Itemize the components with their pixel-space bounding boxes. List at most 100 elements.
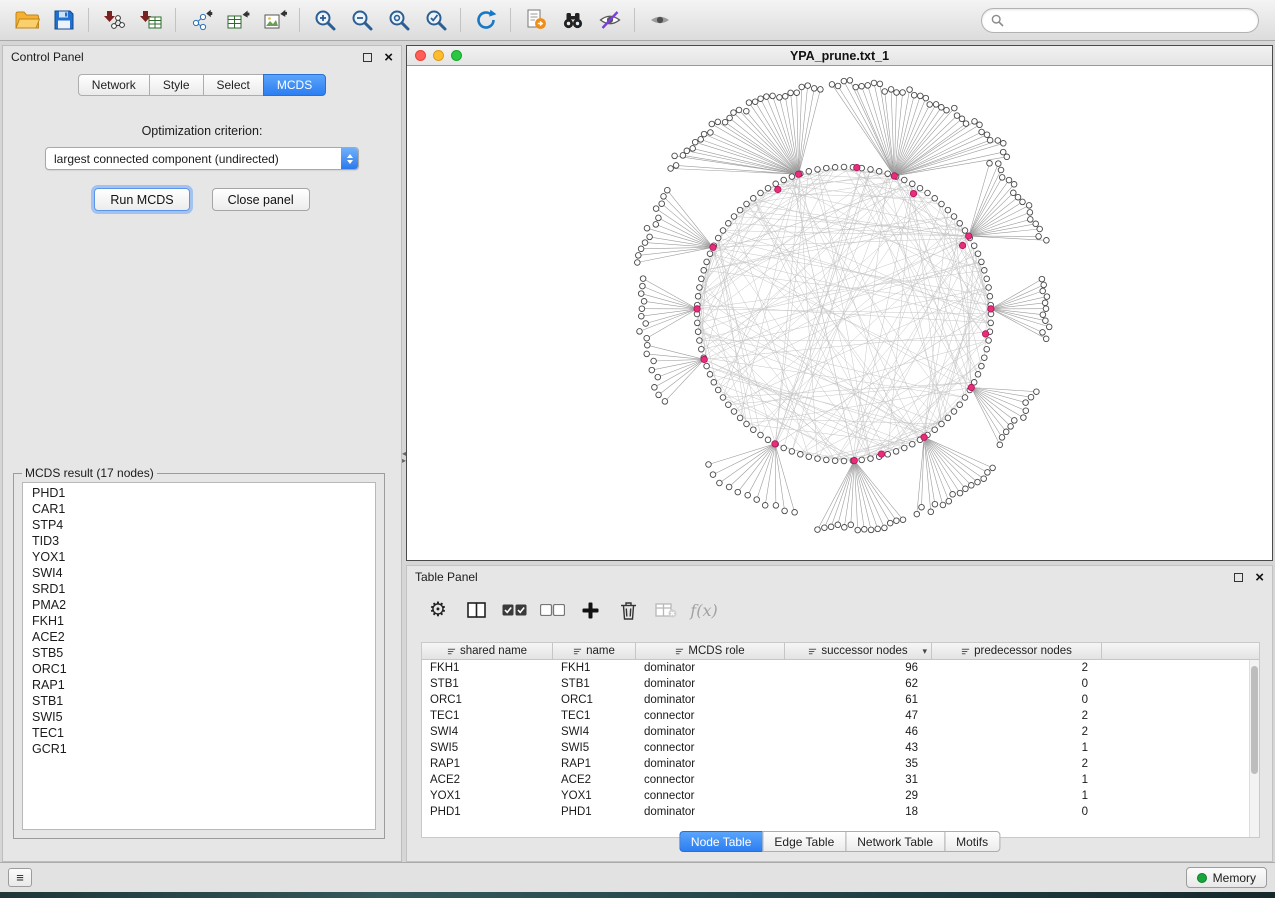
table-row[interactable]: RAP1RAP1dominator352 [422, 756, 1249, 772]
add-column-plus-icon[interactable] [571, 595, 609, 625]
memory-status-dot-icon [1197, 873, 1207, 883]
table-row[interactable]: PHD1PHD1dominator180 [422, 804, 1249, 820]
tab-node-table[interactable]: Node Table [679, 831, 763, 852]
zoom-selected-icon[interactable] [417, 4, 454, 36]
table-cell: PHD1 [422, 806, 553, 818]
table-row[interactable]: FKH1FKH1dominator962 [422, 660, 1249, 676]
zoom-in-icon[interactable] [306, 4, 343, 36]
mcds-list-item[interactable]: GCR1 [23, 741, 375, 757]
mcds-list-item[interactable]: CAR1 [23, 501, 375, 517]
mcds-list-item[interactable]: STB1 [23, 693, 375, 709]
zoom-out-icon[interactable] [343, 4, 380, 36]
zoom-fit-icon[interactable] [380, 4, 417, 36]
table-row[interactable]: SWI4SWI4dominator462 [422, 724, 1249, 740]
import-table-icon[interactable] [132, 4, 169, 36]
mcds-list-item[interactable]: STP4 [23, 517, 375, 533]
float-window-icon[interactable] [363, 53, 372, 62]
refresh-icon[interactable] [467, 4, 504, 36]
mcds-list-item[interactable]: RAP1 [23, 677, 375, 693]
column-type-icon [675, 647, 684, 656]
tab-motifs[interactable]: Motifs [944, 831, 1000, 852]
mcds-list-item[interactable]: SRD1 [23, 581, 375, 597]
table-row[interactable]: ACE2ACE2connector311 [422, 772, 1249, 788]
tab-network[interactable]: Network [78, 74, 149, 96]
tab-style[interactable]: Style [149, 74, 203, 96]
node-table-header: shared namenameMCDS rolesuccessor nodes▾… [422, 643, 1259, 660]
network-graph[interactable] [407, 66, 1272, 560]
column-header-predecessor-nodes[interactable]: predecessor nodes [932, 643, 1102, 659]
deselect-all-unchecked-icon[interactable] [533, 595, 571, 625]
table-row[interactable]: SWI5SWI5connector431 [422, 740, 1249, 756]
export-image-icon[interactable] [256, 4, 293, 36]
table-cell: connector [636, 710, 785, 722]
table-cell: 47 [785, 710, 932, 722]
minimize-window-icon[interactable] [433, 50, 444, 61]
float-window-icon[interactable] [1234, 573, 1243, 582]
hide-eye-slash-icon[interactable] [591, 4, 628, 36]
column-layout-icon[interactable] [457, 595, 495, 625]
mcds-list-item[interactable]: YOX1 [23, 549, 375, 565]
network-canvas[interactable] [407, 66, 1272, 560]
mcds-list-item[interactable]: FKH1 [23, 613, 375, 629]
table-cell: STB1 [422, 678, 553, 690]
close-panel-button[interactable]: Close panel [212, 188, 310, 211]
table-row[interactable]: TEC1TEC1connector472 [422, 708, 1249, 724]
mcds-list-item[interactable]: TID3 [23, 533, 375, 549]
table-row[interactable]: YOX1YOX1connector291 [422, 788, 1249, 804]
table-row[interactable]: STB1STB1dominator620 [422, 676, 1249, 692]
mcds-result-list[interactable]: PHD1CAR1STP4TID3YOX1SWI4SRD1PMA2FKH1ACE2… [22, 482, 376, 830]
status-menu-icon[interactable]: ≡ [8, 868, 32, 887]
tab-network-table[interactable]: Network Table [845, 831, 944, 852]
tab-edge-table[interactable]: Edge Table [762, 831, 845, 852]
export-network-icon[interactable] [182, 4, 219, 36]
table-scrollbar[interactable] [1249, 660, 1259, 837]
mcds-list-item[interactable]: SWI4 [23, 565, 375, 581]
tab-select[interactable]: Select [203, 74, 263, 96]
optimization-criterion-label: Optimization criterion: [3, 124, 401, 138]
tab-mcds[interactable]: MCDS [263, 74, 326, 96]
table-cell: 43 [785, 742, 932, 754]
table-cell: dominator [636, 758, 785, 770]
network-window-titlebar[interactable]: YPA_prune.txt_1 [407, 46, 1272, 66]
save-icon[interactable] [45, 4, 82, 36]
optimization-criterion-select[interactable]: largest connected component (undirected) [45, 147, 359, 170]
mcds-list-item[interactable]: ACE2 [23, 629, 375, 645]
mcds-list-item[interactable]: PMA2 [23, 597, 375, 613]
delete-column-trash-icon[interactable] [609, 595, 647, 625]
maximize-window-icon[interactable] [451, 50, 462, 61]
toolbar-separator [510, 8, 511, 32]
column-header-successor-nodes[interactable]: successor nodes▾ [785, 643, 932, 659]
column-header-name[interactable]: name [553, 643, 636, 659]
import-network-icon[interactable] [95, 4, 132, 36]
scrollbar-thumb[interactable] [1251, 666, 1258, 774]
column-header-shared-name[interactable]: shared name [422, 643, 553, 659]
run-mcds-button[interactable]: Run MCDS [94, 188, 189, 211]
network-view-window: YPA_prune.txt_1 [406, 45, 1273, 561]
function-fx-icon: f(x) [685, 595, 723, 625]
binoculars-icon[interactable] [554, 4, 591, 36]
show-eye-icon[interactable] [641, 4, 678, 36]
export-table-icon[interactable] [219, 4, 256, 36]
mcds-list-item[interactable]: PHD1 [23, 485, 375, 501]
select-all-checked-icon[interactable] [495, 595, 533, 625]
table-cell: 2 [932, 710, 1102, 722]
search-input[interactable] [1010, 12, 1249, 28]
table-cell: 1 [932, 774, 1102, 786]
memory-button[interactable]: Memory [1186, 867, 1267, 888]
column-header-MCDS-role[interactable]: MCDS role [636, 643, 785, 659]
table-settings-gear-icon[interactable]: ⚙ [419, 595, 457, 625]
close-window-icon[interactable] [415, 50, 426, 61]
close-panel-icon[interactable]: × [1255, 570, 1264, 585]
open-folder-icon[interactable] [8, 4, 45, 36]
mcds-list-item[interactable]: STB5 [23, 645, 375, 661]
mcds-list-item[interactable]: SWI5 [23, 709, 375, 725]
control-panel-tabs: Network Style Select MCDS [3, 74, 401, 96]
share-document-icon[interactable] [517, 4, 554, 36]
mcds-list-item[interactable]: ORC1 [23, 661, 375, 677]
table-row[interactable]: ORC1ORC1dominator610 [422, 692, 1249, 708]
close-panel-icon[interactable]: × [384, 50, 393, 65]
table-panel-titlebar: Table Panel × [407, 566, 1272, 588]
mcds-list-item[interactable]: TEC1 [23, 725, 375, 741]
search-box[interactable] [981, 8, 1259, 33]
window-traffic-lights [415, 50, 462, 61]
